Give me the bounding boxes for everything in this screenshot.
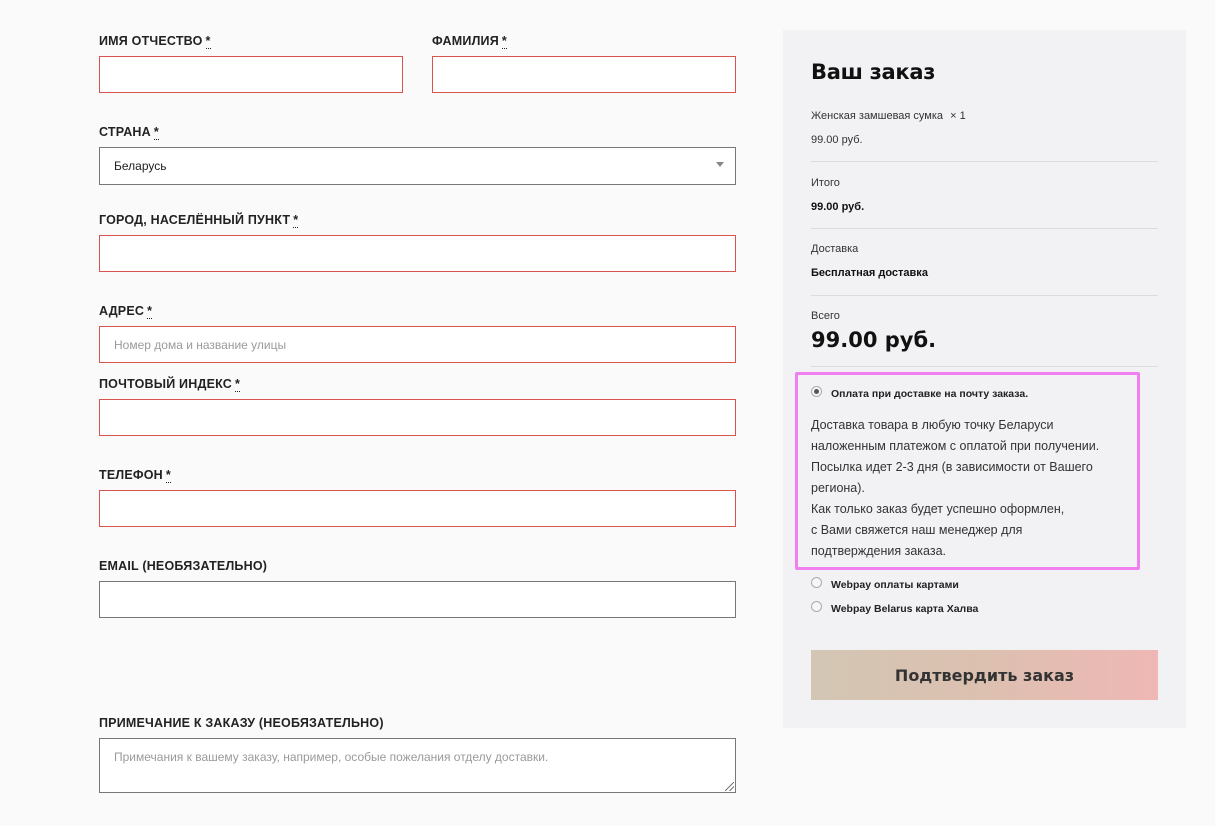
payment-radio-webpay-cards[interactable]	[811, 577, 822, 588]
shipping-value: Бесплатная доставка	[811, 267, 928, 279]
resize-handle-icon[interactable]	[725, 782, 734, 791]
postcode-input[interactable]	[99, 399, 736, 436]
last-name-label: Фамилия *	[432, 34, 507, 49]
payment-label-cod[interactable]: Оплата при доставке на почту заказа.	[831, 388, 1028, 400]
address-label: Адрес *	[99, 304, 153, 319]
first-name-label: Имя Отчество *	[99, 34, 211, 49]
payment-description: Доставка товара в любую точку Беларуси н…	[811, 418, 1100, 558]
product-name: Женская замшевая сумка	[811, 110, 944, 122]
email-input[interactable]	[99, 581, 736, 618]
order-summary-panel: Ваш заказ Женская замшевая сумка × 1 99.…	[783, 30, 1186, 728]
notes-wrapper	[99, 738, 736, 793]
product-price: 99.00 руб.	[811, 134, 863, 146]
order-title: Ваш заказ	[811, 60, 936, 84]
required-mark: *	[147, 304, 153, 319]
divider	[811, 366, 1158, 367]
required-mark: *	[235, 377, 241, 392]
country-label: Страна *	[99, 125, 159, 140]
subtotal-value: 99.00 руб.	[811, 201, 865, 213]
email-label: Email (необязательно)	[99, 559, 268, 573]
notes-label: Примечание к заказу (необязательно)	[99, 716, 384, 730]
required-mark: *	[205, 34, 211, 49]
payment-radio-webpay-halva[interactable]	[811, 601, 822, 612]
payment-radio-cod[interactable]	[811, 386, 822, 397]
required-mark: *	[293, 213, 299, 228]
chevron-down-icon	[716, 162, 724, 167]
divider	[811, 161, 1158, 162]
payment-label-webpay-halva[interactable]: Webpay Belarus карта Халва	[831, 603, 978, 615]
first-name-input[interactable]	[99, 56, 403, 93]
confirm-order-button[interactable]: Подтвердить заказ	[811, 650, 1158, 700]
payment-label-webpay-cards[interactable]: Webpay оплаты картами	[831, 579, 959, 591]
phone-label: Телефон *	[99, 468, 171, 483]
order-notes-textarea[interactable]	[99, 738, 736, 793]
required-mark: *	[153, 125, 159, 140]
divider	[811, 295, 1158, 296]
total-value: 99.00 руб.	[811, 328, 937, 352]
city-label: Город, населённый пункт *	[99, 213, 299, 228]
last-name-input[interactable]	[432, 56, 736, 93]
required-mark: *	[501, 34, 507, 49]
checkout-page: Имя Отчество * Фамилия * Страна * Беларусь …	[0, 0, 1215, 826]
shipping-label: Доставка	[811, 243, 859, 255]
postcode-label: Почтовый индекс *	[99, 377, 241, 392]
address-input[interactable]	[99, 326, 736, 363]
divider	[811, 228, 1158, 229]
city-input[interactable]	[99, 235, 736, 272]
phone-input[interactable]	[99, 490, 736, 527]
required-mark: *	[165, 468, 171, 483]
country-selected-value: Беларусь	[114, 159, 167, 173]
total-label: Всего	[811, 310, 840, 322]
order-item: Женская замшевая сумка × 1	[811, 110, 966, 122]
subtotal-label: Итого	[811, 177, 840, 189]
country-select[interactable]: Беларусь	[99, 147, 736, 185]
product-qty: × 1	[950, 110, 966, 122]
